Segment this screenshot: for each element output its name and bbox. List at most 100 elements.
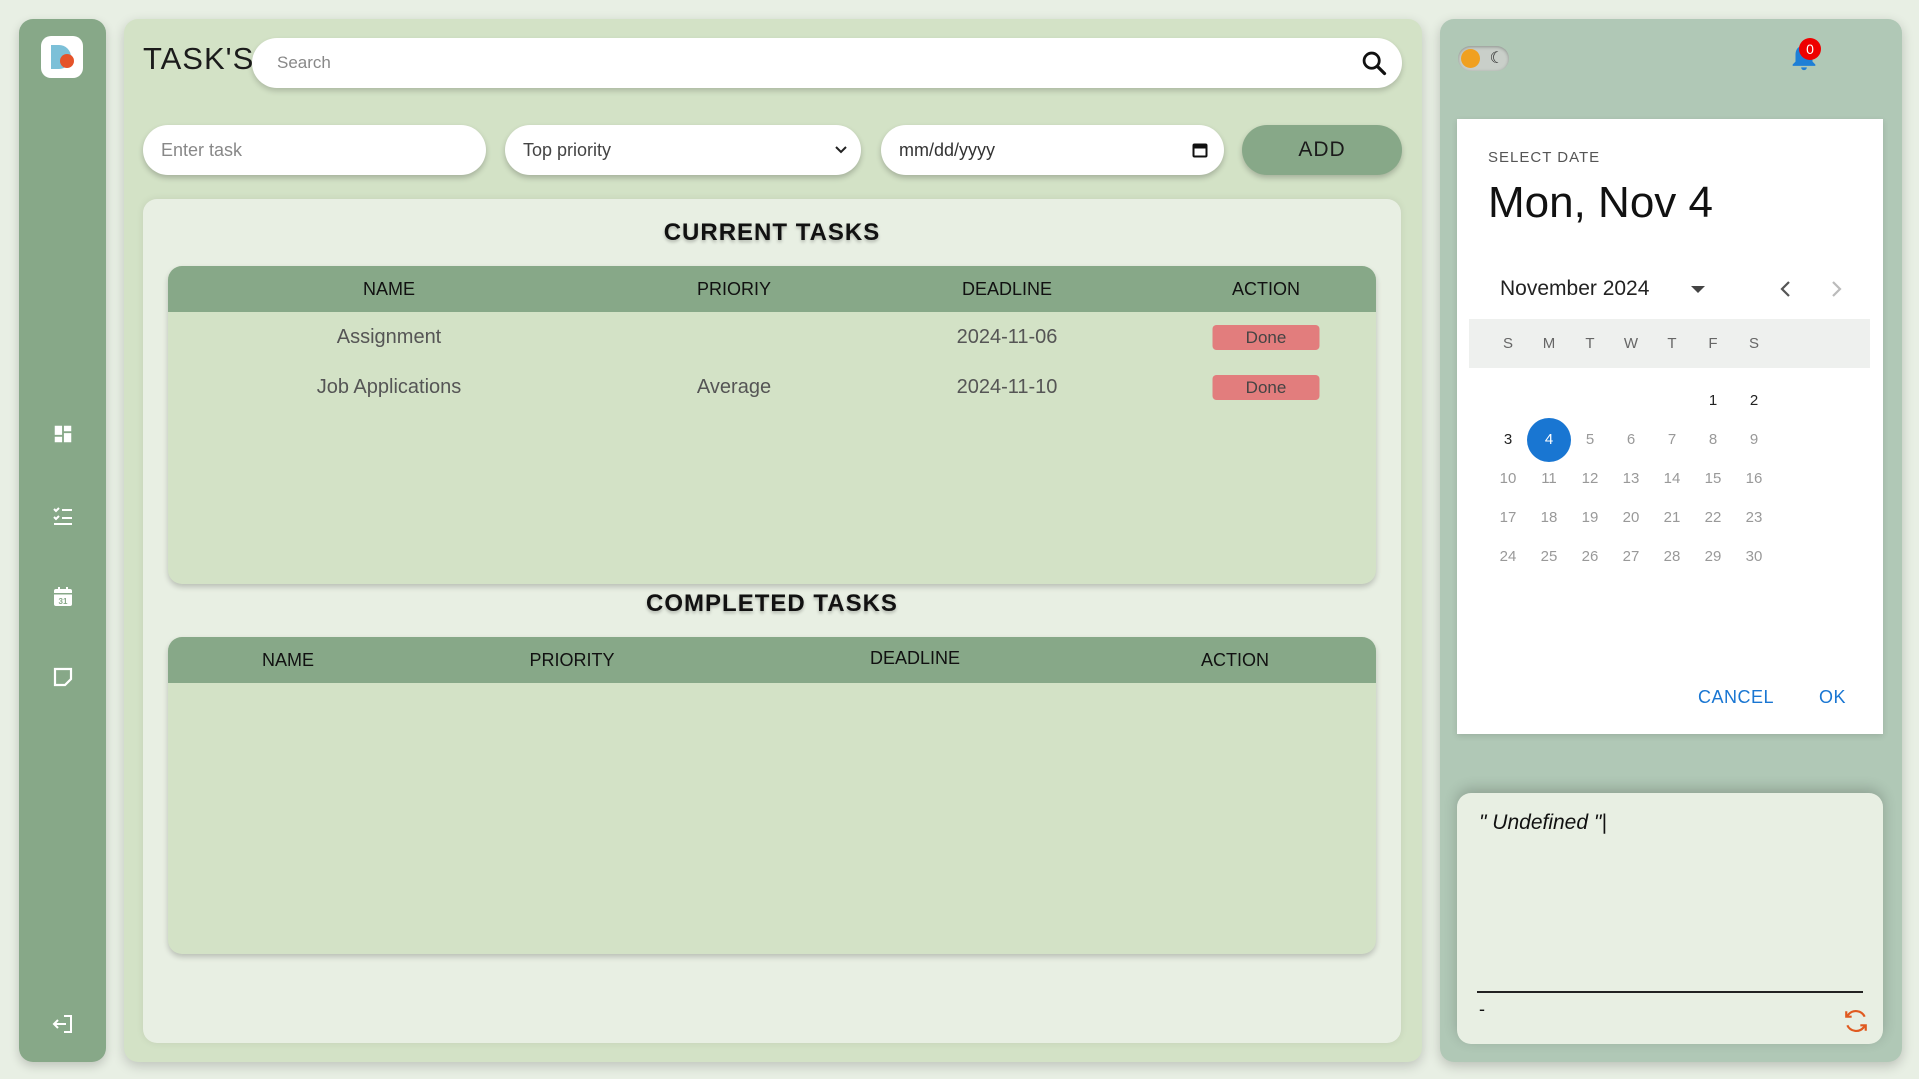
calendar-day[interactable]: 13	[1609, 457, 1653, 501]
completed-tasks-header: NAME PRIORITY DEADLINE ACTION	[168, 637, 1376, 683]
calendar-day[interactable]: 26	[1568, 535, 1612, 579]
table-row: Job Applications Average 2024-11-10 Done	[168, 362, 1376, 412]
logo-icon	[51, 45, 74, 69]
calendar-day[interactable]: 6	[1609, 418, 1653, 462]
calendar-day[interactable]: 29	[1691, 535, 1735, 579]
sidebar-item-calendar[interactable]: 31	[48, 582, 78, 612]
calendar-day[interactable]: 3	[1486, 418, 1530, 462]
done-button[interactable]: Done	[1212, 375, 1320, 400]
calendar-day[interactable]: 10	[1486, 457, 1530, 501]
sidebar: 31	[19, 19, 106, 1062]
calendar-day[interactable]: 30	[1732, 535, 1776, 579]
notification-badge: 0	[1799, 38, 1821, 60]
task-deadline: 2024-11-10	[956, 376, 1058, 398]
calendar-icon: 31	[54, 587, 72, 606]
right-panel: ☾ 0 SELECT DATE Mon, Nov 4 November 2024…	[1440, 19, 1902, 1062]
dashboard-icon	[54, 425, 72, 443]
sidebar-item-notes[interactable]	[48, 662, 78, 692]
calendar-day[interactable]: 22	[1691, 496, 1735, 540]
column-header-action: ACTION	[1200, 650, 1270, 670]
column-header-name: NAME	[261, 650, 315, 670]
column-header-priority: PRIORIY	[696, 279, 772, 299]
calendar-day[interactable]: 23	[1732, 496, 1776, 540]
task-input[interactable]	[161, 139, 454, 161]
calendar-day[interactable]: 28	[1650, 535, 1694, 579]
main-panel: TASK'S Top priority mm/dd/yyyy ADD CURRE…	[124, 19, 1422, 1062]
calendar-day[interactable]: 20	[1609, 496, 1653, 540]
weekday-label: W	[1623, 335, 1639, 352]
task-name: Assignment	[336, 326, 442, 348]
calendar-day[interactable]: 21	[1650, 496, 1694, 540]
column-header-priority: PRIORITY	[529, 650, 615, 670]
calendar-day[interactable]: 12	[1568, 457, 1612, 501]
sidebar-item-dashboard[interactable]	[48, 419, 78, 449]
search-input[interactable]	[277, 53, 1337, 73]
refresh-icon[interactable]	[1843, 1008, 1869, 1034]
completed-tasks-title: COMPLETED TASKS	[646, 590, 898, 617]
current-tasks-header: NAME PRIORIY DEADLINE ACTION	[168, 266, 1376, 312]
calendar-day[interactable]: 15	[1691, 457, 1735, 501]
app-logo[interactable]	[41, 36, 83, 78]
month-year-label[interactable]: November 2024	[1500, 277, 1649, 301]
task-priority: Average	[696, 376, 772, 398]
calendar-day[interactable]: 11	[1527, 457, 1571, 501]
task-list-icon	[53, 507, 72, 525]
task-name: Job Applications	[316, 376, 462, 398]
quote-text: " Undefined "|	[1479, 811, 1607, 834]
done-button[interactable]: Done	[1212, 325, 1320, 350]
column-header-deadline: DEADLINE	[869, 648, 961, 668]
weekday-label: S	[1502, 335, 1513, 352]
chevron-right-icon[interactable]	[1824, 277, 1848, 301]
search-icon[interactable]	[1360, 49, 1388, 77]
calendar-day[interactable]: 17	[1486, 496, 1530, 540]
calendar-day[interactable]: 25	[1527, 535, 1571, 579]
calendar-day[interactable]: 27	[1609, 535, 1653, 579]
current-tasks-table: NAME PRIORIY DEADLINE ACTION Assignment …	[168, 266, 1376, 584]
calendar-day[interactable]: 8	[1691, 418, 1735, 462]
note-icon	[53, 667, 73, 687]
calendar-day[interactable]: 19	[1568, 496, 1612, 540]
logout-icon	[52, 1015, 72, 1033]
calendar-day-selected[interactable]: 4	[1527, 418, 1571, 462]
current-tasks-title: CURRENT TASKS	[663, 219, 881, 246]
calendar-picker-icon[interactable]	[1192, 142, 1208, 158]
priority-select-value: Top priority	[523, 139, 612, 160]
date-picker: SELECT DATE Mon, Nov 4 November 2024 S M T…	[1457, 119, 1883, 734]
weekday-label: T	[1667, 335, 1677, 352]
logout-button[interactable]	[48, 1009, 78, 1039]
calendar-day[interactable]: 18	[1527, 496, 1571, 540]
calendar-day[interactable]: 9	[1732, 418, 1776, 462]
calendar-day[interactable]: 2	[1732, 379, 1776, 423]
priority-select[interactable]: Top priority	[505, 125, 861, 175]
calendar-day[interactable]: 14	[1650, 457, 1694, 501]
sidebar-item-tasks[interactable]	[48, 501, 78, 531]
task-input-wrap	[143, 125, 486, 175]
svg-text:31: 31	[59, 597, 68, 606]
divider	[1477, 991, 1863, 993]
task-deadline: 2024-11-06	[956, 326, 1058, 348]
completed-tasks-table: NAME PRIORITY DEADLINE ACTION	[168, 637, 1376, 954]
chevron-down-icon	[835, 146, 847, 154]
calendar-day[interactable]: 16	[1732, 457, 1776, 501]
table-row: Assignment 2024-11-06 Done	[168, 312, 1376, 362]
theme-toggle[interactable]: ☾	[1458, 46, 1509, 71]
chevron-left-icon[interactable]	[1774, 277, 1798, 301]
weekday-label: T	[1585, 335, 1595, 352]
column-header-action: ACTION	[1231, 279, 1301, 299]
search-bar	[252, 38, 1402, 88]
date-input[interactable]: mm/dd/yyyy	[881, 125, 1224, 175]
month-dropdown-icon[interactable]	[1691, 286, 1705, 293]
cancel-button[interactable]: CANCEL	[1698, 687, 1774, 708]
calendar-day[interactable]: 5	[1568, 418, 1612, 462]
add-task-button[interactable]: ADD	[1242, 125, 1402, 175]
calendar-day[interactable]: 1	[1691, 379, 1735, 423]
weekday-label: M	[1542, 335, 1556, 352]
calendar-day[interactable]: 7	[1650, 418, 1694, 462]
selected-date-display: Mon, Nov 4	[1488, 178, 1713, 227]
ok-button[interactable]: OK	[1819, 687, 1846, 708]
page-title: TASK'S	[143, 41, 255, 76]
tasks-container: CURRENT TASKS NAME PRIORIY DEADLINE ACTI…	[143, 199, 1401, 1043]
weekday-label: F	[1708, 335, 1718, 352]
calendar-day[interactable]: 24	[1486, 535, 1530, 579]
date-picker-label: SELECT DATE	[1488, 149, 1601, 166]
